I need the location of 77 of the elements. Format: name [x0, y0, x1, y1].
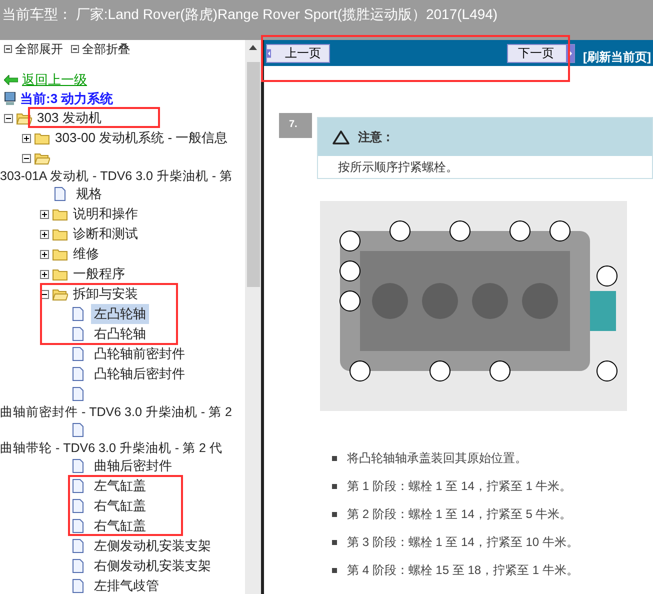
- computer-icon: [4, 92, 16, 106]
- expand-icon[interactable]: [22, 134, 31, 142]
- collapse-icon[interactable]: [4, 114, 13, 122]
- tree-folder[interactable]: 303-00 发动机系统 - 一般信息: [53, 128, 230, 148]
- tree-folder[interactable]: 说明和操作: [71, 204, 140, 224]
- expand-icon[interactable]: [40, 250, 49, 258]
- refresh-link[interactable]: [刷新当前页]: [583, 48, 651, 66]
- folder-icon: [52, 208, 68, 220]
- tree-item[interactable]: 左排气歧管: [91, 576, 162, 594]
- tree-item[interactable]: 左凸轮轴: [91, 304, 149, 324]
- collapse-icon[interactable]: [22, 154, 31, 162]
- tree-item[interactable]: 右凸轮轴: [91, 324, 149, 344]
- minus-box-icon: [71, 45, 79, 53]
- notice-title: 注意：: [358, 129, 394, 146]
- back-link[interactable]: 返回上一级: [0, 70, 91, 89]
- bullet-mark: [332, 568, 337, 572]
- document-icon: [72, 579, 84, 593]
- tree-folder[interactable]: 维修: [71, 244, 101, 264]
- next-page-button[interactable]: 下一页: [507, 44, 575, 62]
- instruction-text: 第 4 阶段：螺栓 15 至 18，拧紧至 1 牛米。: [347, 562, 578, 579]
- document-icon: [72, 347, 84, 361]
- window-title: 当前车型： 厂家:Land Rover(路虎)Range Rover Sport(揽胜运动版）2017(L494): [2, 6, 498, 22]
- folder-icon: [52, 288, 68, 300]
- document-icon: [72, 519, 84, 533]
- previous-page-button[interactable]: 上一页: [266, 44, 330, 62]
- tree-item[interactable]: 左气缸盖: [91, 476, 149, 496]
- folder-icon: [34, 132, 50, 144]
- document-icon: [72, 307, 84, 321]
- instruction-text: 第 2 阶段：螺栓 1 至 14，拧紧至 5 牛米。: [347, 506, 572, 523]
- document-icon: [54, 187, 66, 201]
- tree-item[interactable]: 曲轴带轮 - TDV6 3.0 升柴油机 - 第 2 代: [0, 438, 226, 458]
- tree-item[interactable]: 右气缸盖: [91, 496, 149, 516]
- back-arrow-icon: [4, 74, 18, 84]
- folder-icon: [52, 248, 68, 260]
- instruction-text: 将凸轮轴轴承盖装回其原始位置。: [347, 450, 527, 467]
- document-icon: [72, 559, 84, 573]
- tree-folder[interactable]: 一般程序: [71, 264, 127, 284]
- current-path: 当前:3 动力系统: [20, 90, 114, 108]
- expand-icon[interactable]: [40, 210, 49, 218]
- document-icon: [72, 423, 84, 437]
- scrollbar-thumb[interactable]: [246, 62, 260, 287]
- toolbar-link[interactable]: 全部展开: [4, 40, 63, 58]
- toolbar-link[interactable]: 全部折叠: [71, 40, 130, 58]
- document-icon: [72, 479, 84, 493]
- scroll-up-icon: [249, 45, 257, 50]
- tree-item[interactable]: 规格: [73, 184, 105, 204]
- bullet-mark: [332, 484, 337, 488]
- document-icon: [72, 327, 84, 341]
- instruction-text: 第 3 阶段：螺栓 1 至 14，拧紧至 10 牛米。: [347, 534, 578, 551]
- tree-folder[interactable]: 诊断和测试: [71, 224, 140, 244]
- folder-icon: [52, 268, 68, 280]
- warning-icon: [332, 130, 350, 144]
- document-icon: [72, 367, 84, 381]
- bullet-mark: [332, 540, 337, 544]
- instruction-text: 第 1 阶段：螺栓 1 至 14，拧紧至 1 牛米。: [347, 478, 572, 495]
- tree-item[interactable]: 曲轴后密封件: [91, 456, 175, 476]
- document-icon: [72, 387, 84, 401]
- expand-icon[interactable]: [40, 230, 49, 238]
- bullet-mark: [332, 512, 337, 516]
- tree-item[interactable]: 凸轮轴前密封件: [91, 344, 188, 364]
- tree-item[interactable]: 右气缸盖: [91, 516, 149, 536]
- tree-folder[interactable]: 303 发动机: [35, 108, 104, 128]
- tree-folder[interactable]: 拆卸与安装: [71, 284, 140, 304]
- folder-icon: [52, 228, 68, 240]
- tree-item[interactable]: 曲轴前密封件 - TDV6 3.0 升柴油机 - 第 2: [0, 402, 235, 422]
- tree-item[interactable]: 右侧发动机安装支架: [91, 556, 214, 576]
- tree-folder[interactable]: 303-01A 发动机 - TDV6 3.0 升柴油机 - 第: [0, 166, 235, 186]
- document-icon: [72, 459, 84, 473]
- folder-icon: [34, 152, 50, 164]
- step-number: 7.: [279, 113, 312, 138]
- expand-icon[interactable]: [40, 270, 49, 278]
- document-icon: [72, 499, 84, 513]
- tree-item[interactable]: 凸轮轴后密封件: [91, 364, 188, 384]
- tree-item[interactable]: 左侧发动机安装支架: [91, 536, 214, 556]
- bullet-mark: [332, 456, 337, 460]
- document-icon: [72, 539, 84, 553]
- minus-box-icon: [4, 45, 12, 53]
